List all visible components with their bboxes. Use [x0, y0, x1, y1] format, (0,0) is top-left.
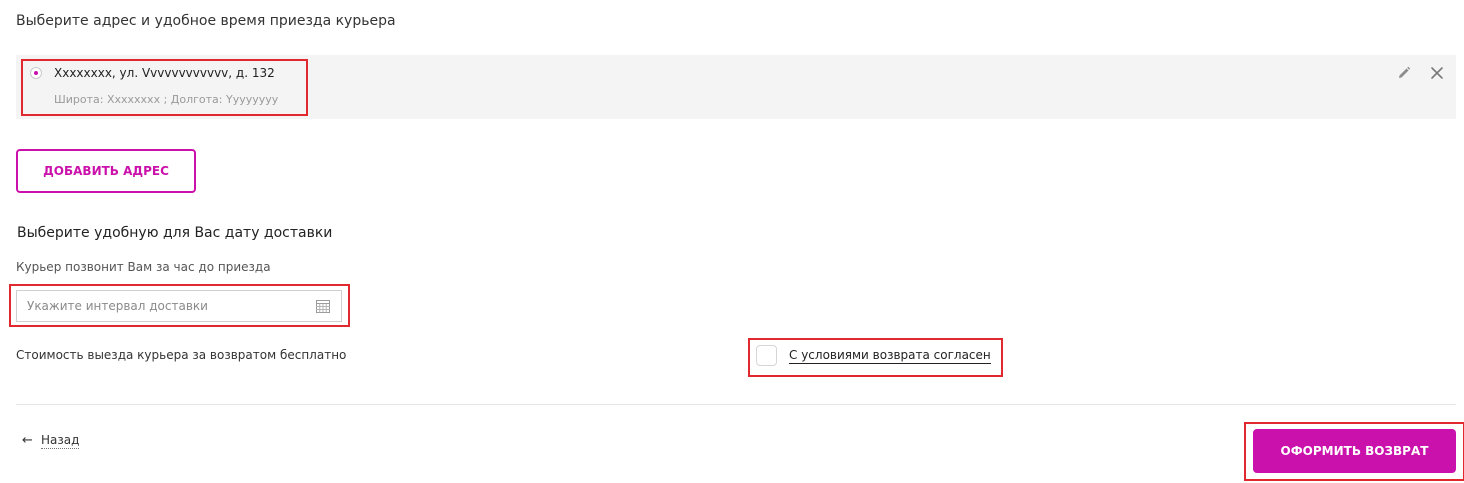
- close-icon[interactable]: [1429, 65, 1445, 81]
- submit-highlight-frame: [1244, 422, 1464, 481]
- delivery-date-title: Выберите удобную для Вас дату доставки: [17, 225, 333, 241]
- back-link[interactable]: Назад: [41, 433, 80, 449]
- add-address-button[interactable]: ДОБАВИТЬ АДРЕС: [16, 149, 196, 193]
- address-section-title: Выберите адрес и удобное время приезда к…: [16, 13, 396, 29]
- courier-call-note: Курьер позвонит Вам за час до приезда: [16, 260, 271, 274]
- address-highlight-frame: [21, 59, 308, 116]
- courier-cost-note: Стоимость выезда курьера за возвратом бе…: [16, 348, 347, 362]
- footer-divider: [16, 404, 1456, 405]
- back-arrow-icon[interactable]: ←: [22, 433, 33, 448]
- agreement-highlight-frame: [748, 338, 1003, 377]
- interval-highlight-frame: [9, 284, 350, 327]
- pencil-icon[interactable]: [1396, 65, 1412, 81]
